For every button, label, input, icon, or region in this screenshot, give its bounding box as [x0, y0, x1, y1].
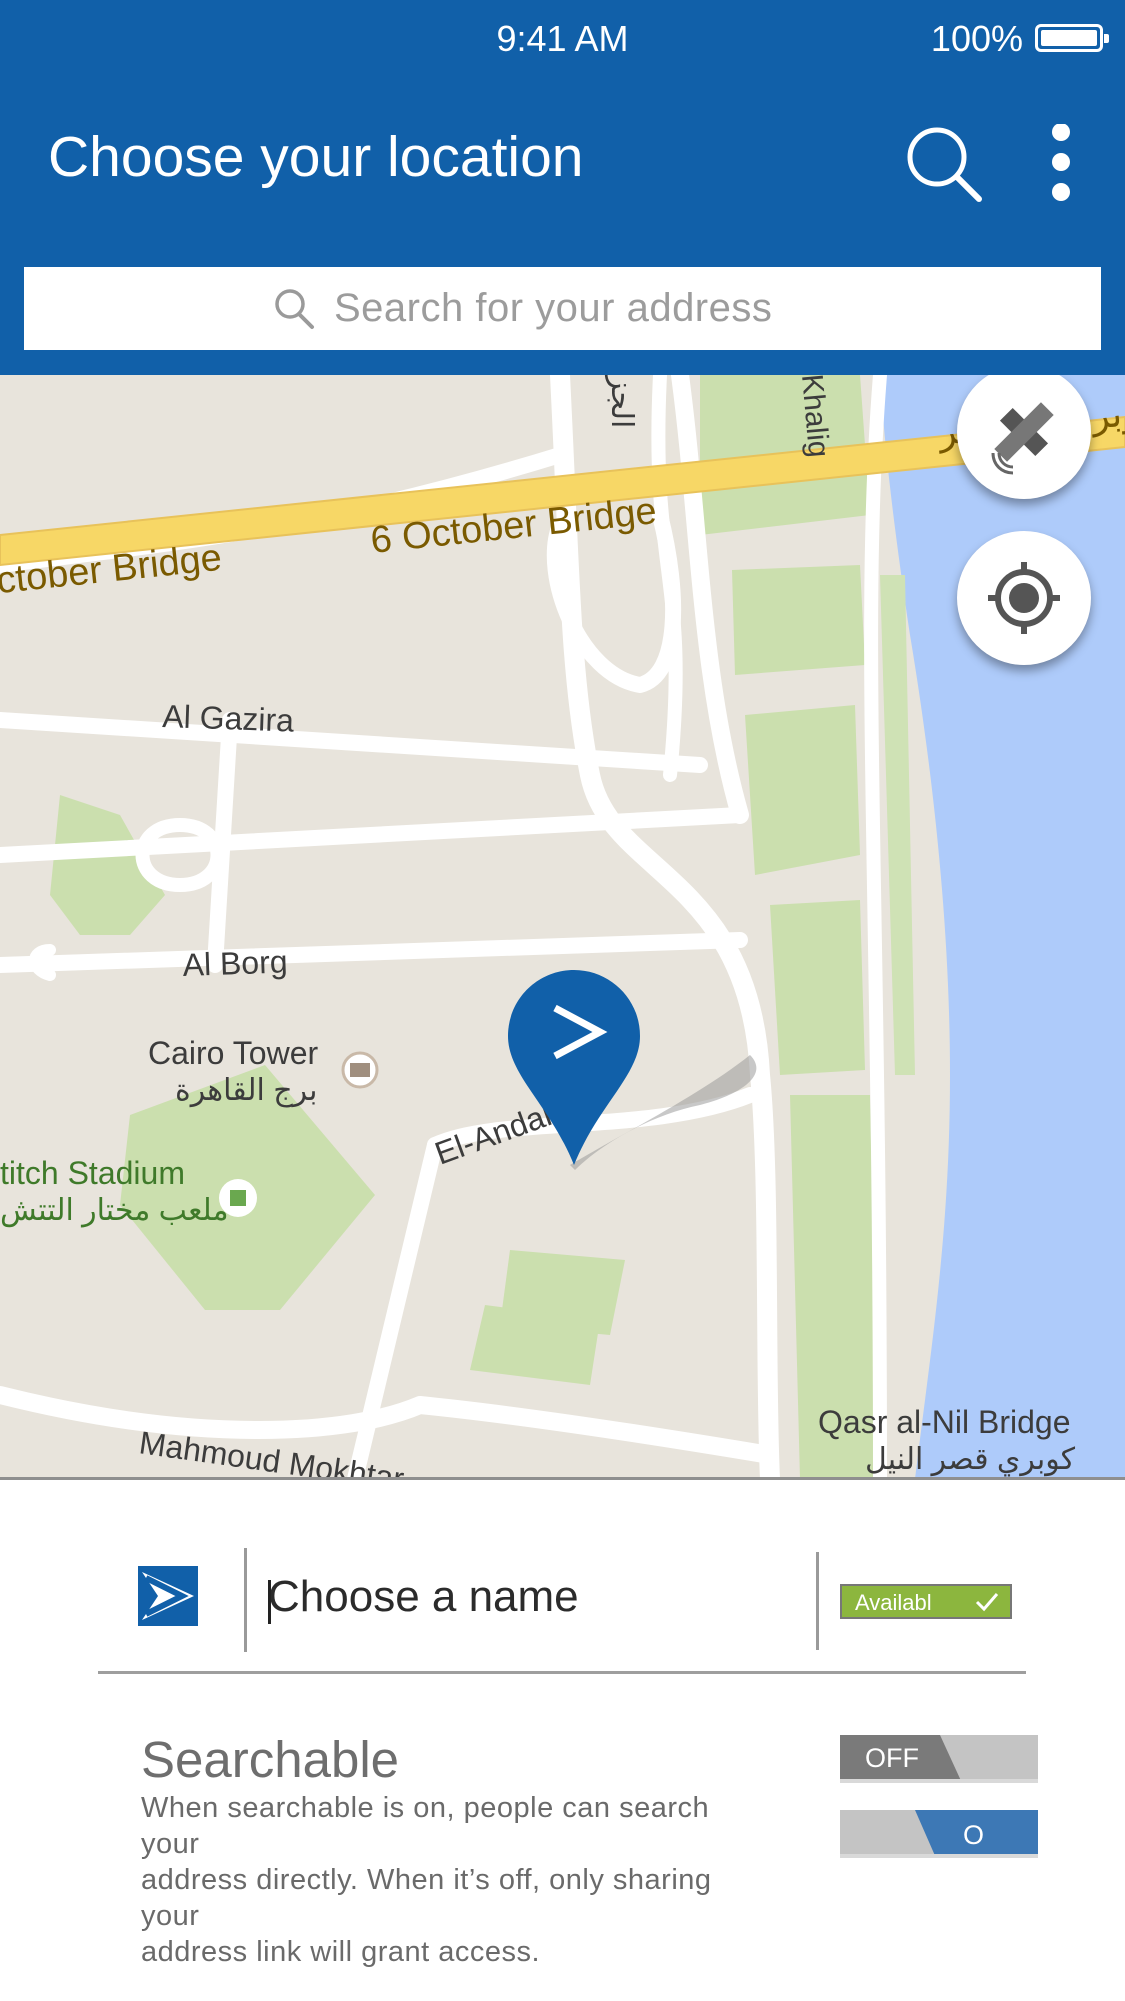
battery-percent: 100% — [930, 18, 1023, 59]
page-title: Choose your location — [48, 125, 584, 189]
label-cairo-tower: Cairo Tower — [148, 1035, 318, 1071]
label-stadium: titch Stadium — [0, 1155, 185, 1191]
app-header: 9:41 AM 100% Choose your location — [0, 0, 1125, 375]
my-location-icon — [988, 562, 1060, 634]
searchable-description: When searchable is on, people can search… — [141, 1792, 712, 1968]
brand-logo-icon — [138, 1566, 198, 1626]
battery-icon — [1035, 24, 1109, 52]
label-al-gazira: Al Gazira — [162, 698, 295, 739]
availability-badge: Availabl — [840, 1584, 1012, 1619]
check-icon — [975, 1593, 999, 1612]
toggle-off[interactable]: OFF — [840, 1735, 1038, 1783]
toggle-off-label: OFF — [865, 1743, 919, 1773]
search-icon — [275, 289, 314, 329]
label-stadium-ar: ملعب مختار التتش — [0, 1194, 229, 1227]
searchable-title: Searchable — [141, 1731, 400, 1788]
locate-me-button[interactable] — [957, 531, 1091, 665]
map-view[interactable]: 6 October Bridge ctober Bridge كوبري ٦ أ… — [0, 375, 1125, 1479]
text-cursor — [268, 1580, 271, 1624]
satellite-icon — [991, 402, 1054, 475]
map-divider — [0, 1477, 1125, 1480]
divider — [816, 1552, 819, 1650]
name-underline — [98, 1671, 1026, 1674]
label-top-ar: الجز — [605, 375, 638, 428]
availability-text: Availabl — [855, 1590, 932, 1615]
address-search-bar[interactable] — [24, 267, 1101, 350]
search-icon[interactable] — [903, 124, 983, 204]
toggle-on[interactable]: O — [840, 1810, 1038, 1858]
label-qasr-bridge-ar: كوبري قصر النيل — [865, 1443, 1076, 1476]
label-qasr-bridge: Qasr al-Nil Bridge — [818, 1404, 1071, 1440]
more-vert-icon[interactable] — [1044, 123, 1078, 204]
divider — [244, 1548, 247, 1652]
address-search-input[interactable] — [334, 267, 1054, 350]
label-cairo-tower-ar: برج القاهرة — [175, 1074, 318, 1108]
satellite-button[interactable] — [957, 375, 1091, 499]
toggle-on-label: O — [963, 1820, 985, 1850]
label-al-borg: Al Borg — [182, 943, 288, 983]
